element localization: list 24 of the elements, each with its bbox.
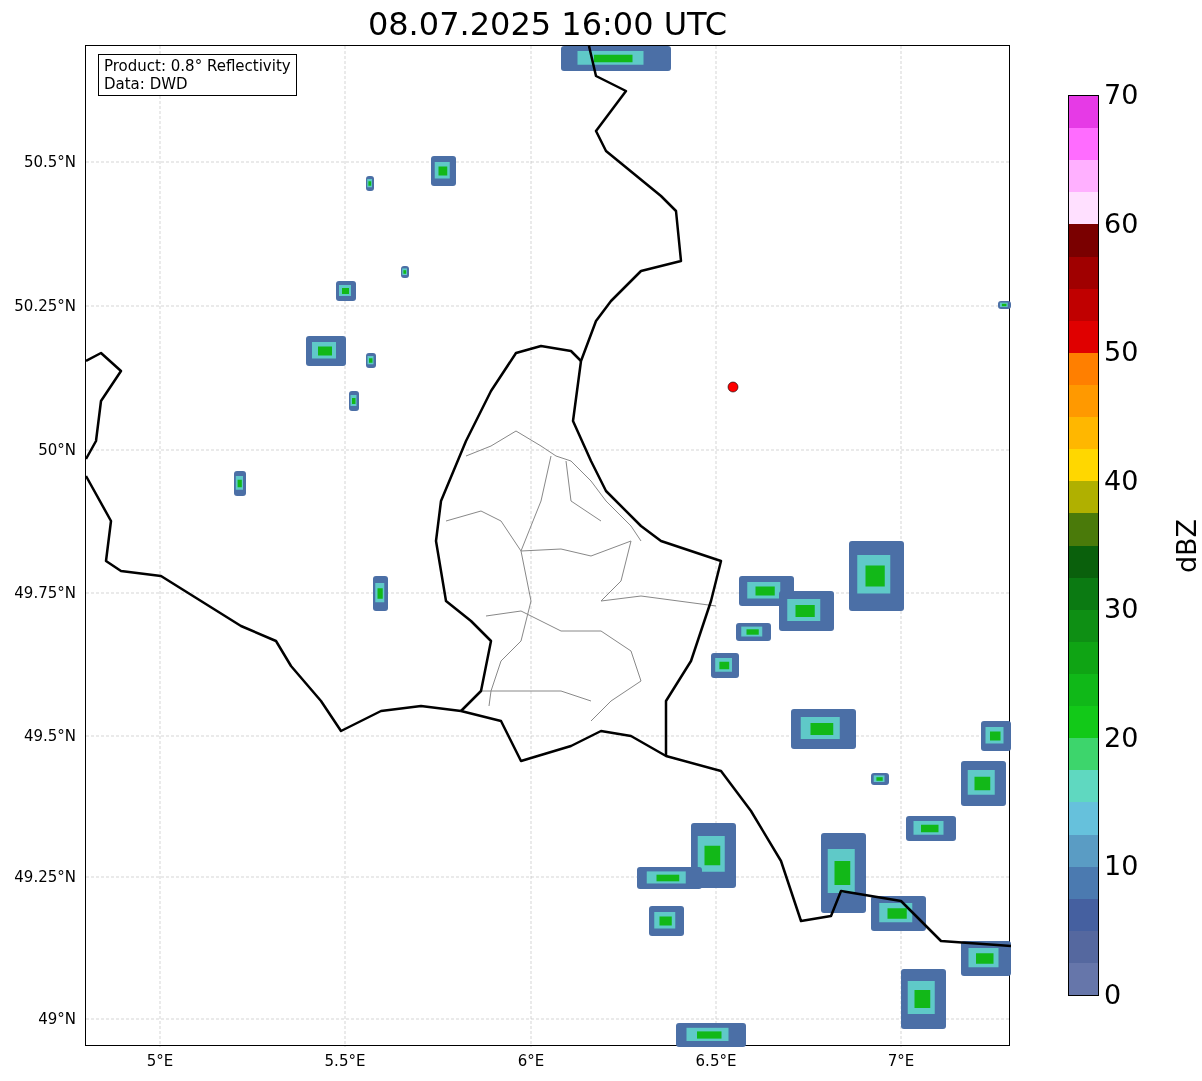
y-tick-label: 50.25°N — [14, 297, 76, 315]
colorbar-tick-label: 70 — [1104, 79, 1139, 111]
colorbar-tick-label: 10 — [1104, 850, 1139, 883]
y-tick-label: 49.5°N — [23, 727, 76, 745]
x-tick-label: 5.5°E — [324, 1052, 366, 1070]
y-tick-label: 49.25°N — [14, 868, 76, 886]
y-tick-label: 50°N — [38, 441, 76, 459]
colorbar-label: dBZ — [1171, 518, 1202, 574]
x-tick-label: 6°E — [517, 1052, 545, 1070]
y-tick-label: 50.5°N — [23, 153, 76, 171]
colorbar-tick-label: 20 — [1104, 721, 1139, 754]
colorbar-tick-label: 50 — [1104, 336, 1139, 369]
chart-title: 08.07.2025 16:00 UTC — [366, 4, 729, 44]
legend-text: Data: DWD — [104, 75, 189, 93]
x-tick-label: 5°E — [146, 1052, 174, 1070]
colorbar-tick-label: 60 — [1104, 207, 1139, 240]
colorbar-tick-label: 40 — [1104, 464, 1139, 497]
y-tick-label: 49.75°N — [14, 584, 76, 602]
legend-text: Product: 0.8° Reflectivity — [104, 57, 291, 75]
x-tick-label: 7°E — [887, 1052, 915, 1070]
colorbar-tick-label: 0 — [1104, 979, 1122, 1011]
y-tick-label: 49°N — [38, 1010, 76, 1028]
colorbar-tick-label: 30 — [1104, 593, 1139, 626]
x-tick-label: 6.5°E — [695, 1052, 737, 1070]
